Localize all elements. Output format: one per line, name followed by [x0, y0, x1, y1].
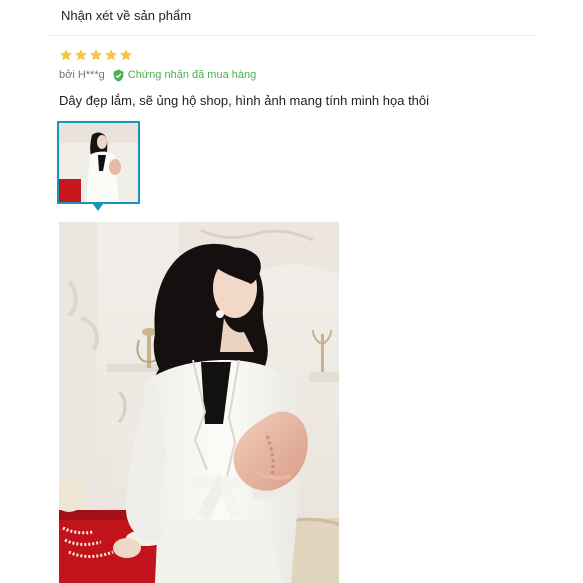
- thumbnail-selected-indicator: [93, 204, 103, 211]
- review-photo-image: [59, 222, 339, 583]
- review-author: bởi H***g: [59, 69, 105, 81]
- review-meta: bởi H***g Chứng nhận đã mua hàng: [59, 67, 539, 83]
- rating-stars: [59, 48, 539, 64]
- shield-check-icon: [113, 69, 124, 81]
- review-item: bởi H***g Chứng nhận đã mua hàng: [59, 48, 539, 83]
- thumbnail-image: [59, 123, 138, 202]
- verified-purchase-badge: Chứng nhận đã mua hàng: [112, 69, 256, 82]
- star-icon: [105, 49, 117, 61]
- star-icon: [75, 49, 87, 61]
- star-icon: [120, 49, 132, 61]
- review-section-header: Nhận xét về sản phẩm: [47, 0, 537, 36]
- star-icon: [90, 49, 102, 61]
- review-photo-thumbnail[interactable]: [57, 121, 140, 204]
- section-title: Nhận xét về sản phẩm: [61, 8, 192, 23]
- review-comment: Dây đẹp lắm, sẽ ủng hộ shop, hình ảnh ma…: [59, 93, 430, 108]
- verified-label: Chứng nhận đã mua hàng: [127, 69, 257, 81]
- star-icon: [60, 49, 72, 61]
- review-photo-large[interactable]: [59, 222, 339, 583]
